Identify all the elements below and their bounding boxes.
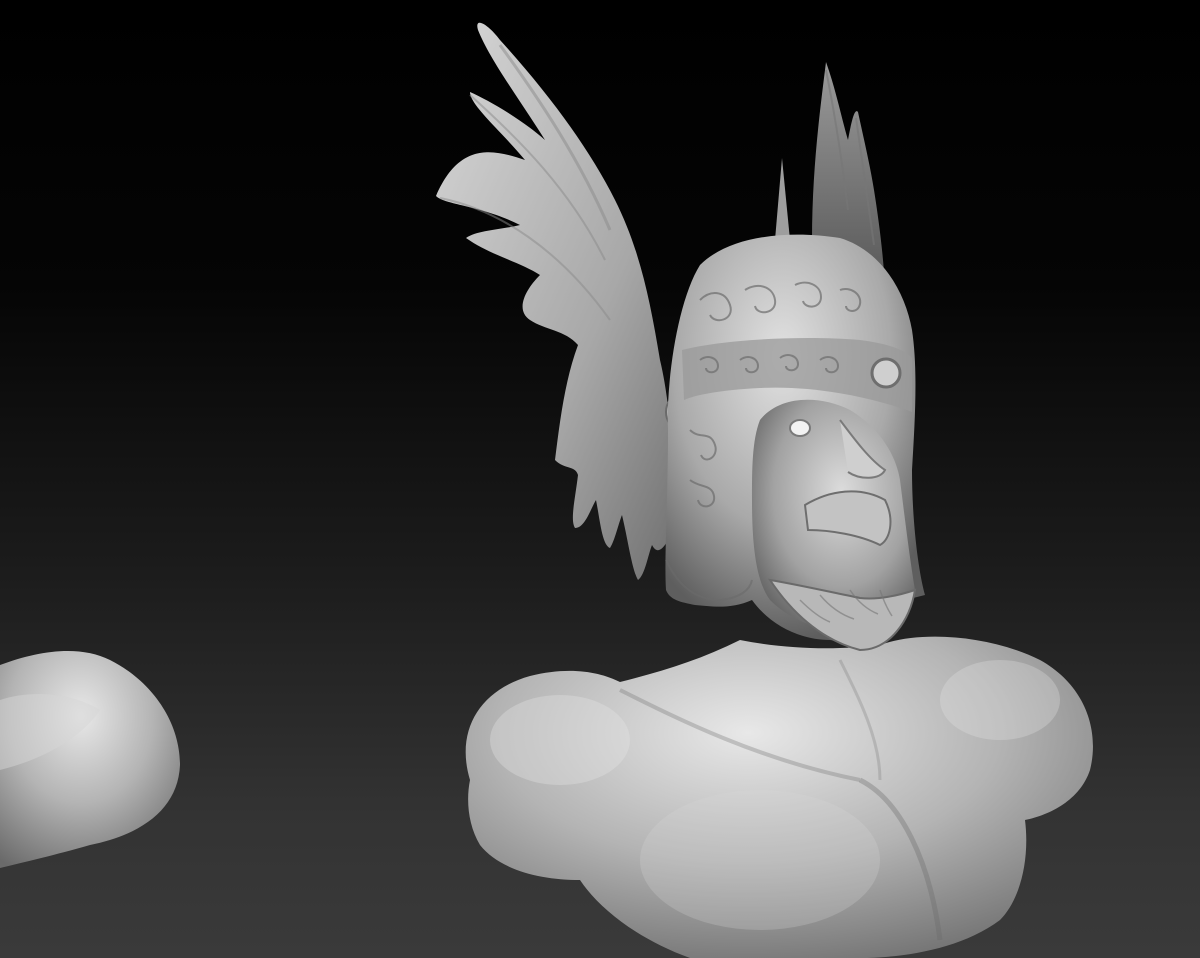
torso (465, 636, 1093, 958)
head (665, 234, 925, 652)
left-wing (436, 22, 691, 580)
sculpt-viewport[interactable] (0, 0, 1200, 958)
sculpt-render (0, 22, 1093, 958)
helmet-spike (775, 158, 790, 240)
left-shoulder-fragment (0, 650, 180, 868)
